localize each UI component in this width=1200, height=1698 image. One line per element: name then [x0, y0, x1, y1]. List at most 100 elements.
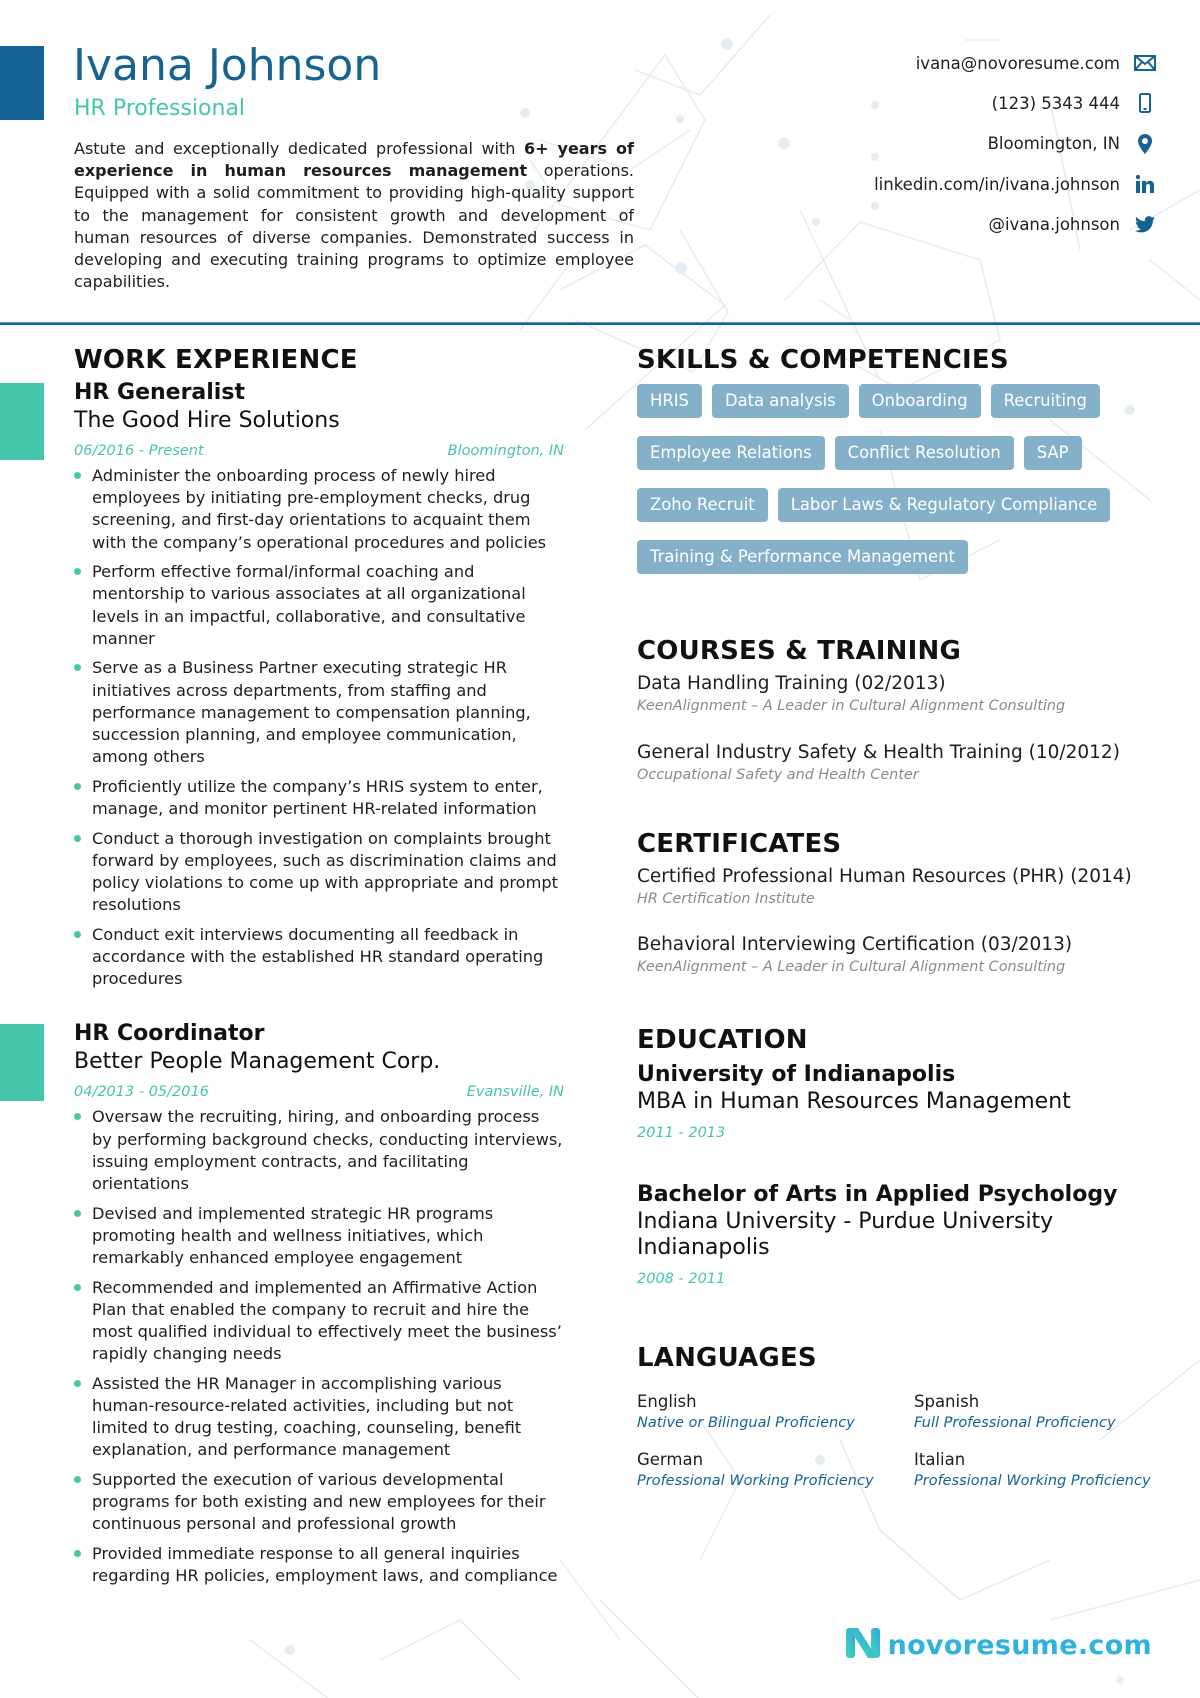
skill-tag: Onboarding	[858, 384, 981, 418]
course-item: General Industry Safety & Health Trainin…	[637, 741, 1157, 785]
summary-text-1: Astute and exceptionally dedicated profe…	[74, 139, 524, 158]
job-bullet: Conduct a thorough investigation on comp…	[74, 828, 564, 917]
education-dates: 2011 - 2013	[637, 1125, 726, 1141]
job-bullet: Recommended and implemented an Affirmati…	[74, 1277, 564, 1366]
work-experience-heading: WORK EXPERIENCE	[74, 345, 358, 375]
job-bullets: Oversaw the recruiting, hiring, and onbo…	[74, 1106, 564, 1587]
contact-location-text: Bloomington, IN	[987, 134, 1120, 154]
twitter-icon	[1134, 213, 1156, 235]
job-bullet: Oversaw the recruiting, hiring, and onbo…	[74, 1106, 564, 1195]
certificate-org: KeenAlignment – A Leader in Cultural Ali…	[637, 959, 1066, 975]
job-company: Better People Management Corp.	[74, 1049, 441, 1075]
skill-tag: Data analysis	[711, 384, 849, 418]
job-bullet: Administer the onboarding process of new…	[74, 465, 564, 554]
job-bullet: Assisted the HR Manager in accomplishing…	[74, 1373, 564, 1462]
novoresume-logo[interactable]: novoresume.com	[845, 1628, 1152, 1662]
course-item: Data Handling Training (02/2013) KeenAli…	[637, 672, 1157, 716]
novoresume-n-icon	[845, 1628, 880, 1662]
course-org: KeenAlignment – A Leader in Cultural Ali…	[637, 698, 1066, 714]
contact-phone-text[interactable]: (123) 5343 444	[992, 94, 1120, 113]
job-title: HR Coordinator	[74, 1021, 265, 1047]
linkedin-icon	[1134, 173, 1156, 195]
novoresume-logo-text: novoresume.com	[887, 1629, 1152, 1661]
skill-tag: HRIS	[637, 384, 702, 418]
courses-heading: COURSES & TRAINING	[637, 636, 961, 666]
certificate-item: Behavioral Interviewing Certification (0…	[637, 933, 1157, 977]
candidate-title: HR Professional	[74, 96, 246, 121]
certificate-title: Behavioral Interviewing Certification (0…	[637, 934, 1073, 955]
job-entry: HR Generalist The Good Hire Solutions 06…	[0, 379, 564, 990]
left-column: WORK EXPERIENCE HR Generalist The Good H…	[0, 345, 564, 1595]
language-name: Italian	[914, 1450, 966, 1469]
languages-section: LANGUAGES English Native or Bilingual Pr…	[637, 1343, 1157, 1491]
skill-tag: Employee Relations	[637, 436, 825, 470]
envelope-icon	[1134, 52, 1156, 74]
course-title: General Industry Safety & Health Trainin…	[637, 742, 1120, 763]
education-school: University of Indianapolis	[637, 1062, 956, 1087]
candidate-name: Ivana Johnson	[73, 40, 382, 91]
skill-tag: Training & Performance Management	[637, 540, 968, 574]
contact-phone[interactable]: (123) 5343 444	[696, 83, 1156, 123]
language-item: Spanish Full Professional Proficiency	[914, 1391, 1191, 1433]
right-column: SKILLS & COMPETENCIES HRIS Data analysis…	[637, 345, 1157, 1491]
certificates-heading: CERTIFICATES	[637, 829, 842, 859]
job-meta: 04/2013 - 05/2016 Evansville, IN	[74, 1082, 564, 1102]
language-item: Italian Professional Working Proficiency	[914, 1449, 1191, 1491]
resume-page: Ivana Johnson HR Professional Astute and…	[0, 0, 1200, 1698]
job-bullet: Perform effective formal/informal coachi…	[74, 561, 564, 650]
language-level: Professional Working Proficiency	[637, 1473, 874, 1489]
certificate-title: Certified Professional Human Resources (…	[637, 866, 1132, 887]
contact-email[interactable]: ivana@novoresume.com	[696, 43, 1156, 83]
job-entry: HR Coordinator Better People Management …	[0, 1020, 564, 1587]
language-grid: English Native or Bilingual Proficiency …	[637, 1391, 1157, 1491]
language-name: English	[637, 1392, 697, 1411]
contact-location: Bloomington, IN	[696, 124, 1156, 164]
education-section: EDUCATION University of Indianapolis MBA…	[637, 1025, 1157, 1289]
job-bullet: Proficiently utilize the company’s HRIS …	[74, 776, 564, 820]
job-dates: 04/2013 - 05/2016	[74, 1084, 209, 1101]
job-location: Evansville, IN	[466, 1084, 564, 1101]
skill-tag: Recruiting	[990, 384, 1100, 418]
certificate-org: HR Certification Institute	[637, 891, 815, 907]
job-accent-bar	[0, 383, 44, 460]
job-bullet: Provided immediate response to all gener…	[74, 1543, 564, 1587]
skill-tag: Conflict Resolution	[834, 436, 1014, 470]
education-degree-title: Bachelor of Arts in Applied Psychology	[637, 1182, 1118, 1207]
education-degree: MBA in Human Resources Management	[637, 1089, 1071, 1114]
education-heading: EDUCATION	[637, 1025, 808, 1055]
certificate-item: Certified Professional Human Resources (…	[637, 865, 1157, 909]
education-institution: Indiana University - Purdue University I…	[637, 1209, 1054, 1260]
job-meta: 06/2016 - Present Bloomington, IN	[74, 441, 564, 461]
header-accent-bar	[0, 46, 44, 120]
language-item: English Native or Bilingual Proficiency	[637, 1391, 914, 1433]
skill-tag: Labor Laws & Regulatory Compliance	[777, 488, 1111, 522]
job-bullet: Devised and implemented strategic HR pro…	[74, 1203, 564, 1270]
contact-twitter-text[interactable]: @ivana.johnson	[988, 215, 1120, 234]
contact-linkedin-text[interactable]: linkedin.com/in/ivana.johnson	[874, 175, 1120, 194]
education-item: Bachelor of Arts in Applied Psychology I…	[637, 1181, 1157, 1289]
summary-paragraph: Astute and exceptionally dedicated profe…	[74, 138, 634, 293]
phone-icon	[1134, 92, 1156, 114]
language-item: German Professional Working Proficiency	[637, 1449, 914, 1491]
languages-heading: LANGUAGES	[637, 1343, 817, 1373]
job-bullets: Administer the onboarding process of new…	[74, 465, 564, 990]
summary-text-2: operations. Equipped with a solid commit…	[74, 161, 635, 292]
job-location: Bloomington, IN	[447, 443, 564, 459]
contact-list: ivana@novoresume.com (123) 5343 444 Bloo…	[696, 43, 1156, 244]
courses-section: COURSES & TRAINING Data Handling Trainin…	[637, 636, 1157, 785]
job-dates: 06/2016 - Present	[74, 443, 204, 459]
certificates-section: CERTIFICATES Certified Professional Huma…	[637, 829, 1157, 977]
course-title: Data Handling Training (02/2013)	[637, 673, 946, 694]
language-level: Professional Working Proficiency	[914, 1473, 1151, 1489]
job-bullet: Serve as a Business Partner executing st…	[74, 657, 564, 768]
language-name: German	[637, 1450, 704, 1469]
contact-email-text[interactable]: ivana@novoresume.com	[916, 54, 1120, 73]
skills-heading: SKILLS & COMPETENCIES	[637, 345, 1009, 375]
contact-twitter[interactable]: @ivana.johnson	[696, 204, 1156, 244]
contact-linkedin[interactable]: linkedin.com/in/ivana.johnson	[696, 164, 1156, 204]
job-company: The Good Hire Solutions	[74, 408, 340, 433]
language-level: Full Professional Proficiency	[914, 1415, 1116, 1431]
skills-section: SKILLS & COMPETENCIES HRIS Data analysis…	[637, 345, 1157, 592]
education-dates: 2008 - 2011	[637, 1271, 726, 1287]
skill-tag: SAP	[1023, 436, 1082, 470]
